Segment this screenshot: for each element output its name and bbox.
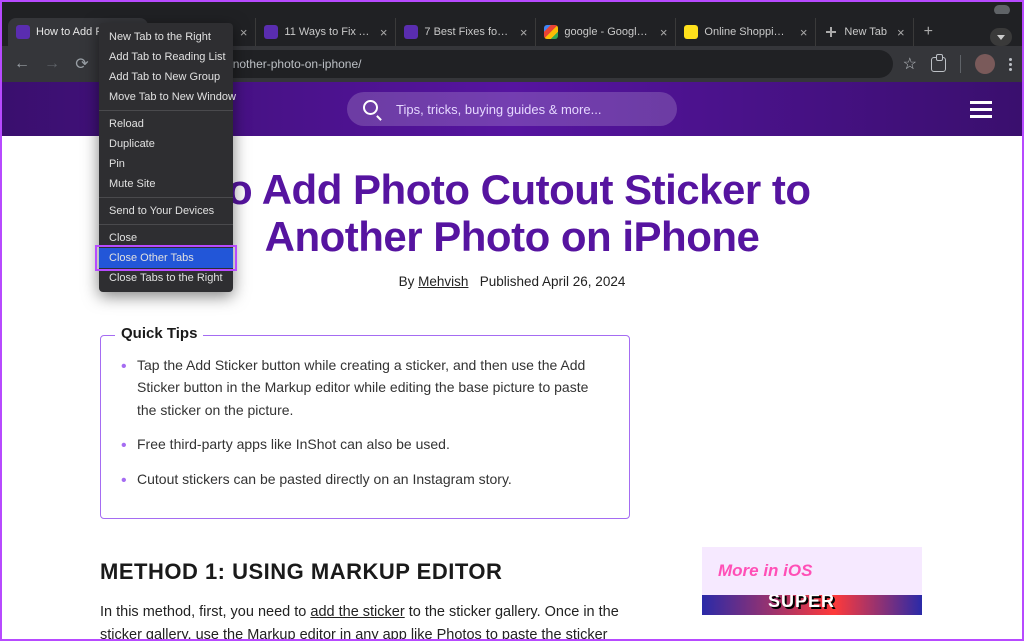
search-icon (363, 100, 384, 118)
tab-title: Online Shopping Sit (704, 26, 789, 38)
close-tab-icon[interactable]: × (240, 25, 248, 40)
tab-6[interactable]: New Tab × (816, 18, 913, 46)
title-line-2: Another Photo on iPhone (265, 213, 760, 260)
menu-separator (99, 197, 233, 198)
pub-prefix: Published (480, 274, 542, 289)
tab-context-menu: New Tab to the RightAdd Tab to Reading L… (99, 23, 233, 292)
menu-item-pin[interactable]: Pin (99, 154, 233, 174)
menu-item-close-other-tabs[interactable]: Close Other Tabs (99, 248, 233, 268)
menu-item-close-tabs-to-the-right[interactable]: Close Tabs to the Right (99, 268, 233, 288)
by-prefix: By (399, 274, 419, 289)
tab-2[interactable]: 11 Ways to Fix Apple × (256, 18, 396, 46)
author-link[interactable]: Mehvish (418, 274, 468, 289)
extensions-icon[interactable] (931, 57, 946, 72)
menu-item-reload[interactable]: Reload (99, 114, 233, 134)
favicon-icon (16, 25, 30, 39)
menu-item-add-tab-to-reading-list[interactable]: Add Tab to Reading List (99, 47, 233, 67)
address-bar-actions (903, 54, 1012, 74)
menu-separator (99, 110, 233, 111)
title-line-1: to Add Photo Cutout Sticker to (213, 166, 810, 213)
close-tab-icon[interactable]: × (380, 25, 388, 40)
quick-tips-list: Tap the Add Sticker button while creatin… (121, 354, 609, 490)
menu-item-send-to-your-devices[interactable]: Send to Your Devices (99, 201, 233, 221)
close-tab-icon[interactable]: × (800, 25, 808, 40)
nav-forward-button[interactable]: → (42, 55, 62, 73)
tab-title: 11 Ways to Fix Apple (284, 26, 369, 38)
tab-title: New Tab (844, 26, 887, 38)
close-tab-icon[interactable]: × (660, 25, 668, 40)
quick-tips-box: Quick Tips Tap the Add Sticker button wh… (100, 335, 630, 519)
pub-date: April 26, 2024 (542, 274, 625, 289)
menu-item-mute-site[interactable]: Mute Site (99, 174, 233, 194)
sidebar-widget: More in iOS (702, 547, 922, 615)
tab-3[interactable]: 7 Best Fixes for Link × (396, 18, 536, 46)
add-sticker-link[interactable]: add the sticker (310, 604, 404, 620)
site-search[interactable]: Tips, tricks, buying guides & more... (347, 92, 677, 126)
tab-title: 7 Best Fixes for Link (424, 26, 509, 38)
tab-overflow-button[interactable] (990, 28, 1012, 46)
close-tab-icon[interactable]: × (897, 25, 905, 40)
favicon-icon (544, 25, 558, 39)
favicon-icon (824, 25, 838, 39)
nav-back-button[interactable]: ← (12, 55, 32, 73)
quick-tips-legend: Quick Tips (115, 325, 203, 342)
menu-item-move-tab-to-new-window[interactable]: Move Tab to New Window (99, 87, 233, 107)
favicon-icon (264, 25, 278, 39)
menu-item-duplicate[interactable]: Duplicate (99, 134, 233, 154)
search-placeholder: Tips, tricks, buying guides & more... (396, 102, 601, 117)
favicon-icon (404, 25, 418, 39)
menu-item-close[interactable]: Close (99, 228, 233, 248)
tab-4[interactable]: google - Google Sea × (536, 18, 676, 46)
favicon-icon (684, 25, 698, 39)
separator (960, 55, 961, 73)
nav-reload-button[interactable]: ⟳ (72, 54, 92, 74)
sidebar-thumbnail[interactable] (702, 595, 922, 615)
browser-menu-icon[interactable] (1009, 58, 1012, 71)
method-paragraph: In this method, first, you need to add t… (100, 601, 620, 639)
method-text-1: In this method, first, you need to (100, 604, 310, 620)
close-tab-icon[interactable]: × (520, 25, 528, 40)
menu-separator (99, 224, 233, 225)
new-tab-button[interactable]: + (914, 18, 943, 46)
tab-title: google - Google Sea (564, 26, 649, 38)
bookmark-star-icon[interactable] (903, 54, 917, 74)
menu-item-new-tab-to-the-right[interactable]: New Tab to the Right (99, 27, 233, 47)
menu-item-add-tab-to-new-group[interactable]: Add Tab to New Group (99, 67, 233, 87)
profile-avatar[interactable] (975, 54, 995, 74)
hamburger-menu-icon[interactable] (970, 101, 992, 118)
tip-item: Cutout stickers can be pasted directly o… (121, 468, 609, 490)
tip-item: Tap the Add Sticker button while creatin… (121, 354, 609, 421)
window-title-bar (2, 2, 1022, 14)
tab-5[interactable]: Online Shopping Sit × (676, 18, 816, 46)
tip-item: Free third-party apps like InShot can al… (121, 433, 609, 455)
more-in-ios-heading: More in iOS (702, 547, 922, 595)
